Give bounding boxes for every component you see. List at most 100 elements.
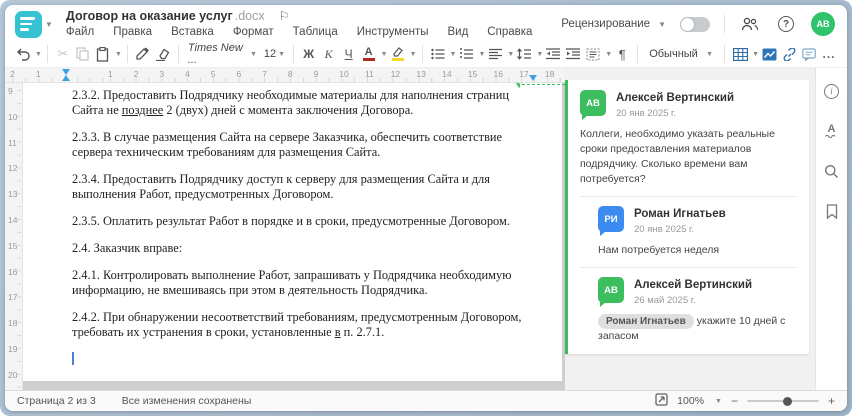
underline-button[interactable]: Ч	[339, 43, 359, 65]
menu-item-3[interactable]: Формат	[233, 26, 274, 38]
flag-icon[interactable]: ⚐	[279, 9, 290, 23]
line-spacing-button[interactable]	[514, 43, 534, 65]
review-mode-dropdown[interactable]: Рецензирование ▼	[561, 18, 666, 30]
menu-item-1[interactable]: Правка	[113, 26, 152, 38]
bullet-list-button[interactable]	[428, 43, 448, 65]
comment-button[interactable]	[799, 43, 819, 65]
paragraph-0[interactable]: 2.3.2. Предоставить Подрядчику необходим…	[72, 88, 534, 118]
comment-date: 20 янв 2025 г.	[616, 108, 677, 119]
mention-badge[interactable]: Роман Игнатьев	[598, 314, 694, 329]
right-indent-marker[interactable]	[529, 75, 537, 81]
align-caret-icon[interactable]: ▼	[507, 51, 514, 58]
menu-item-4[interactable]: Таблица	[293, 26, 338, 38]
insert-table-caret-icon[interactable]: ▼	[752, 51, 759, 58]
decrease-indent-button[interactable]	[543, 43, 563, 65]
app-logo[interactable]	[15, 10, 42, 38]
left-indent-marker[interactable]	[62, 75, 70, 81]
document-page[interactable]: 2.3.2. Предоставить Подрядчику необходим…	[23, 83, 562, 381]
paragraph-4[interactable]: 2.4. Заказчик вправе:	[72, 241, 534, 256]
clear-style-button[interactable]	[153, 43, 173, 65]
zoom-in-button[interactable]: +	[828, 394, 835, 408]
vertical-ruler[interactable]: 9 10 11 12 13 14 15 16 17 18 19 20	[5, 83, 23, 390]
status-bar: Страница 2 из 3 Все изменения сохранены …	[5, 390, 847, 411]
review-caret-icon: ▼	[658, 19, 666, 29]
bullet-list-caret-icon[interactable]: ▼	[450, 51, 457, 58]
font-color-button[interactable]: А	[359, 43, 379, 65]
zoom-slider[interactable]	[746, 396, 819, 406]
align-button[interactable]	[485, 43, 505, 65]
search-icon[interactable]	[821, 160, 843, 182]
app-frame: ▼ Договор на оказание услуг .docx ⚐ Файл П…	[0, 0, 852, 416]
paragraph-6[interactable]: 2.4.2. При обнаружении несоответствий тр…	[72, 310, 534, 340]
fit-width-icon[interactable]	[655, 393, 668, 409]
comment-reply[interactable]: РИ Роман Игнатьев 20 янв 2025 г. Нам потреб…	[598, 206, 797, 258]
zoom-caret-icon[interactable]: ▼	[715, 398, 722, 405]
paragraph-2[interactable]: 2.3.4. Предоставить Подрядчику доступ к …	[72, 172, 534, 202]
paragraph-text: 2.3.3. В случае размещения Сайта на серв…	[72, 130, 503, 159]
paragraph-settings-caret-icon[interactable]: ▼	[605, 51, 612, 58]
menu-item-5[interactable]: Инструменты	[357, 26, 429, 38]
paragraph-style-select[interactable]: Обычный ▼	[643, 43, 719, 65]
undo-caret-icon[interactable]: ▼	[35, 51, 42, 58]
font-name-select[interactable]: Times New ... ▼	[184, 42, 261, 66]
insert-link-button[interactable]	[779, 43, 799, 65]
h-ruler-number: 9	[313, 69, 319, 79]
menu-item-2[interactable]: Вставка	[171, 26, 214, 38]
comment-date: 26 май 2025 г.	[634, 295, 696, 306]
review-toggle[interactable]	[680, 16, 710, 32]
font-size-select[interactable]: 12 ▼	[261, 43, 288, 65]
collaboration-users-icon[interactable]	[739, 13, 761, 35]
logo-menu-caret-icon[interactable]: ▼	[45, 20, 53, 29]
horizontal-ruler[interactable]: 2 1 1 2 3 4 5 6 7 8 9 10 11 12 13 14 15 16 17 18	[5, 68, 565, 83]
bookmark-icon[interactable]	[821, 200, 843, 222]
v-ruler-number: 13	[8, 189, 18, 200]
comment-root[interactable]: АВ Алексей Вертинский 20 янв 2025 г. Коллег…	[580, 90, 797, 187]
increase-indent-button[interactable]	[563, 43, 583, 65]
line-spacing-caret-icon[interactable]: ▼	[536, 51, 543, 58]
paragraph-settings-button[interactable]	[583, 43, 603, 65]
menu-item-0[interactable]: Файл	[66, 26, 94, 38]
page-indicator[interactable]: Страница 2 из 3	[17, 395, 96, 407]
bold-button[interactable]: Ж	[299, 43, 319, 65]
nonprinting-chars-button[interactable]: ¶	[612, 43, 632, 65]
comment-anchor-connector	[517, 84, 565, 85]
numbered-list-caret-icon[interactable]: ▼	[478, 51, 485, 58]
format-painter-button[interactable]	[133, 43, 153, 65]
v-ruler-number: 12	[8, 163, 18, 174]
zoom-out-button[interactable]: −	[731, 394, 738, 408]
comment-text: Роман Игнатьев укажите 10 дней с запасом	[598, 314, 786, 342]
undo-button[interactable]	[13, 43, 33, 65]
menu-item-7[interactable]: Справка	[487, 26, 532, 38]
comment-thread-card[interactable]: АВ Алексей Вертинский 20 янв 2025 г. Коллег…	[565, 80, 809, 354]
zoom-slider-knob[interactable]	[782, 396, 792, 406]
highlight-color-button[interactable]	[388, 43, 408, 65]
paragraph-5[interactable]: 2.4.1. Контролировать выполнение Работ, …	[72, 268, 534, 298]
italic-button[interactable]: К	[319, 43, 339, 65]
user-avatar[interactable]: АВ	[811, 12, 835, 36]
highlight-color-caret-icon[interactable]: ▼	[410, 51, 417, 58]
font-color-caret-icon[interactable]: ▼	[381, 51, 388, 58]
v-ruler-number: 16	[8, 266, 18, 277]
insert-chart-button[interactable]	[759, 43, 779, 65]
paste-caret-icon[interactable]: ▼	[115, 51, 122, 58]
comment-text: Нам потребуется неделя	[598, 244, 720, 256]
comment-author: Алексей Вертинский	[616, 92, 735, 104]
cut-button[interactable]: ✂	[53, 43, 73, 65]
insert-table-button[interactable]	[730, 43, 750, 65]
v-ruler-number: 15	[8, 240, 18, 251]
help-icon[interactable]: ?	[775, 13, 797, 35]
about-info-icon[interactable]: i	[821, 80, 843, 102]
spellcheck-icon[interactable]: А	[821, 120, 843, 142]
numbered-list-button[interactable]	[456, 43, 476, 65]
zoom-value[interactable]: 100%	[677, 395, 704, 407]
comment-reply[interactable]: АВ Алексей Вертинский 26 май 2025 г. Роман …	[598, 277, 797, 344]
comment-avatar: РИ	[598, 206, 624, 236]
paste-button[interactable]	[93, 43, 113, 65]
zoom-controls: 100% ▼ − +	[655, 393, 835, 409]
toolbar-more-button[interactable]: ...	[819, 43, 839, 65]
copy-button[interactable]	[73, 43, 93, 65]
paragraph-3[interactable]: 2.3.5. Оплатить результат Работ в порядк…	[72, 214, 534, 229]
paragraph-1[interactable]: 2.3.3. В случае размещения Сайта на серв…	[72, 130, 534, 160]
menu-item-6[interactable]: Вид	[447, 26, 468, 38]
comment-avatar: АВ	[598, 277, 624, 307]
